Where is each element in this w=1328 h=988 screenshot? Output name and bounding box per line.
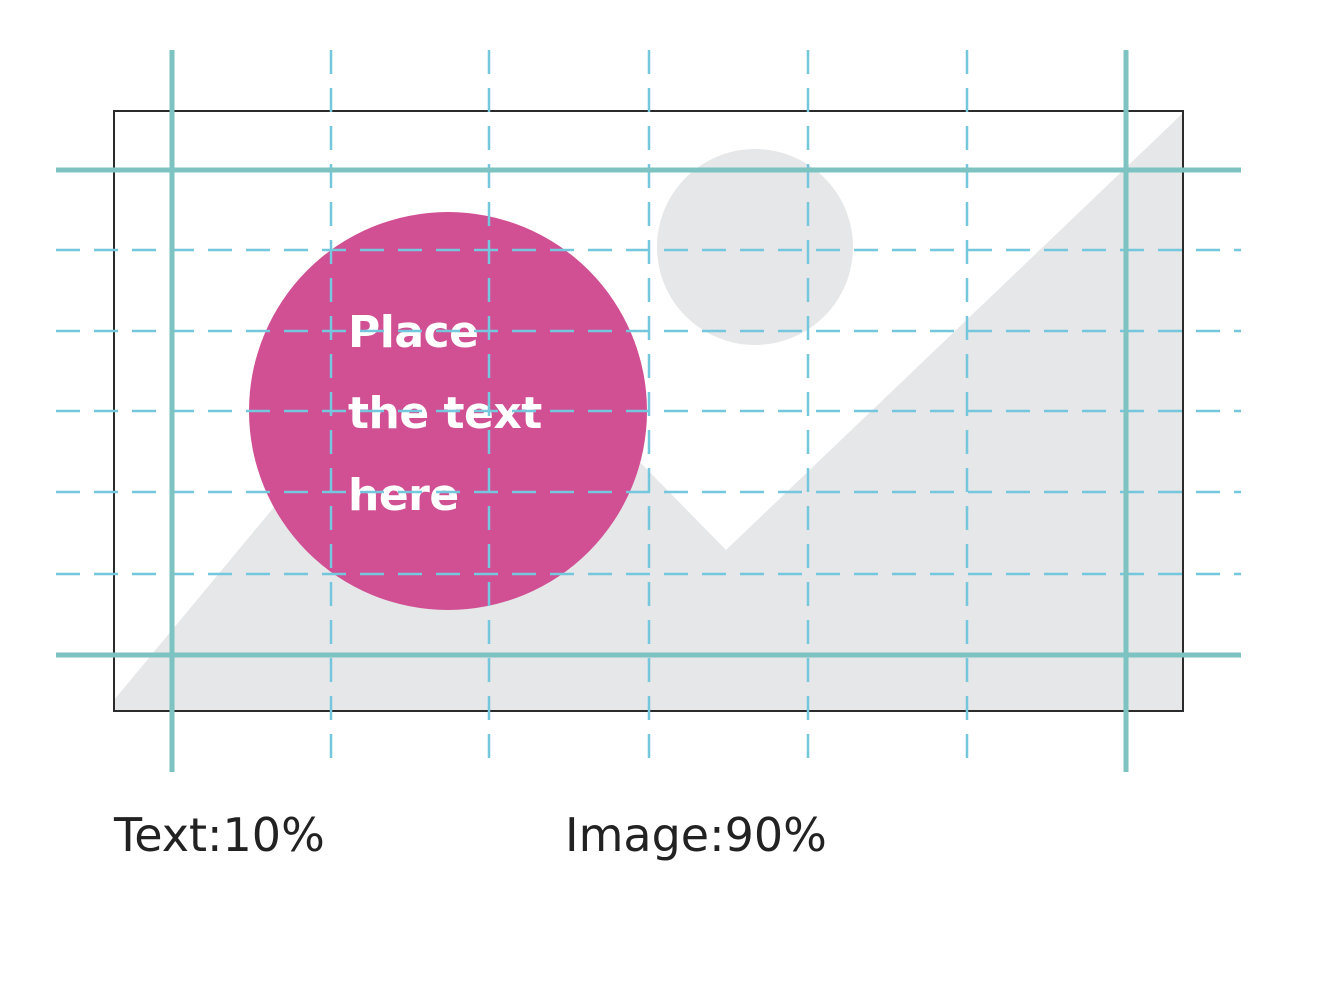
text-ratio-caption: Text:10% bbox=[114, 808, 325, 862]
badge-line-3: here bbox=[348, 470, 459, 521]
badge-line-2: the text bbox=[348, 388, 542, 439]
badge-line-1: Place bbox=[348, 307, 478, 358]
sun-circle-icon bbox=[657, 149, 853, 345]
image-ratio-caption: Image:90% bbox=[565, 808, 827, 862]
